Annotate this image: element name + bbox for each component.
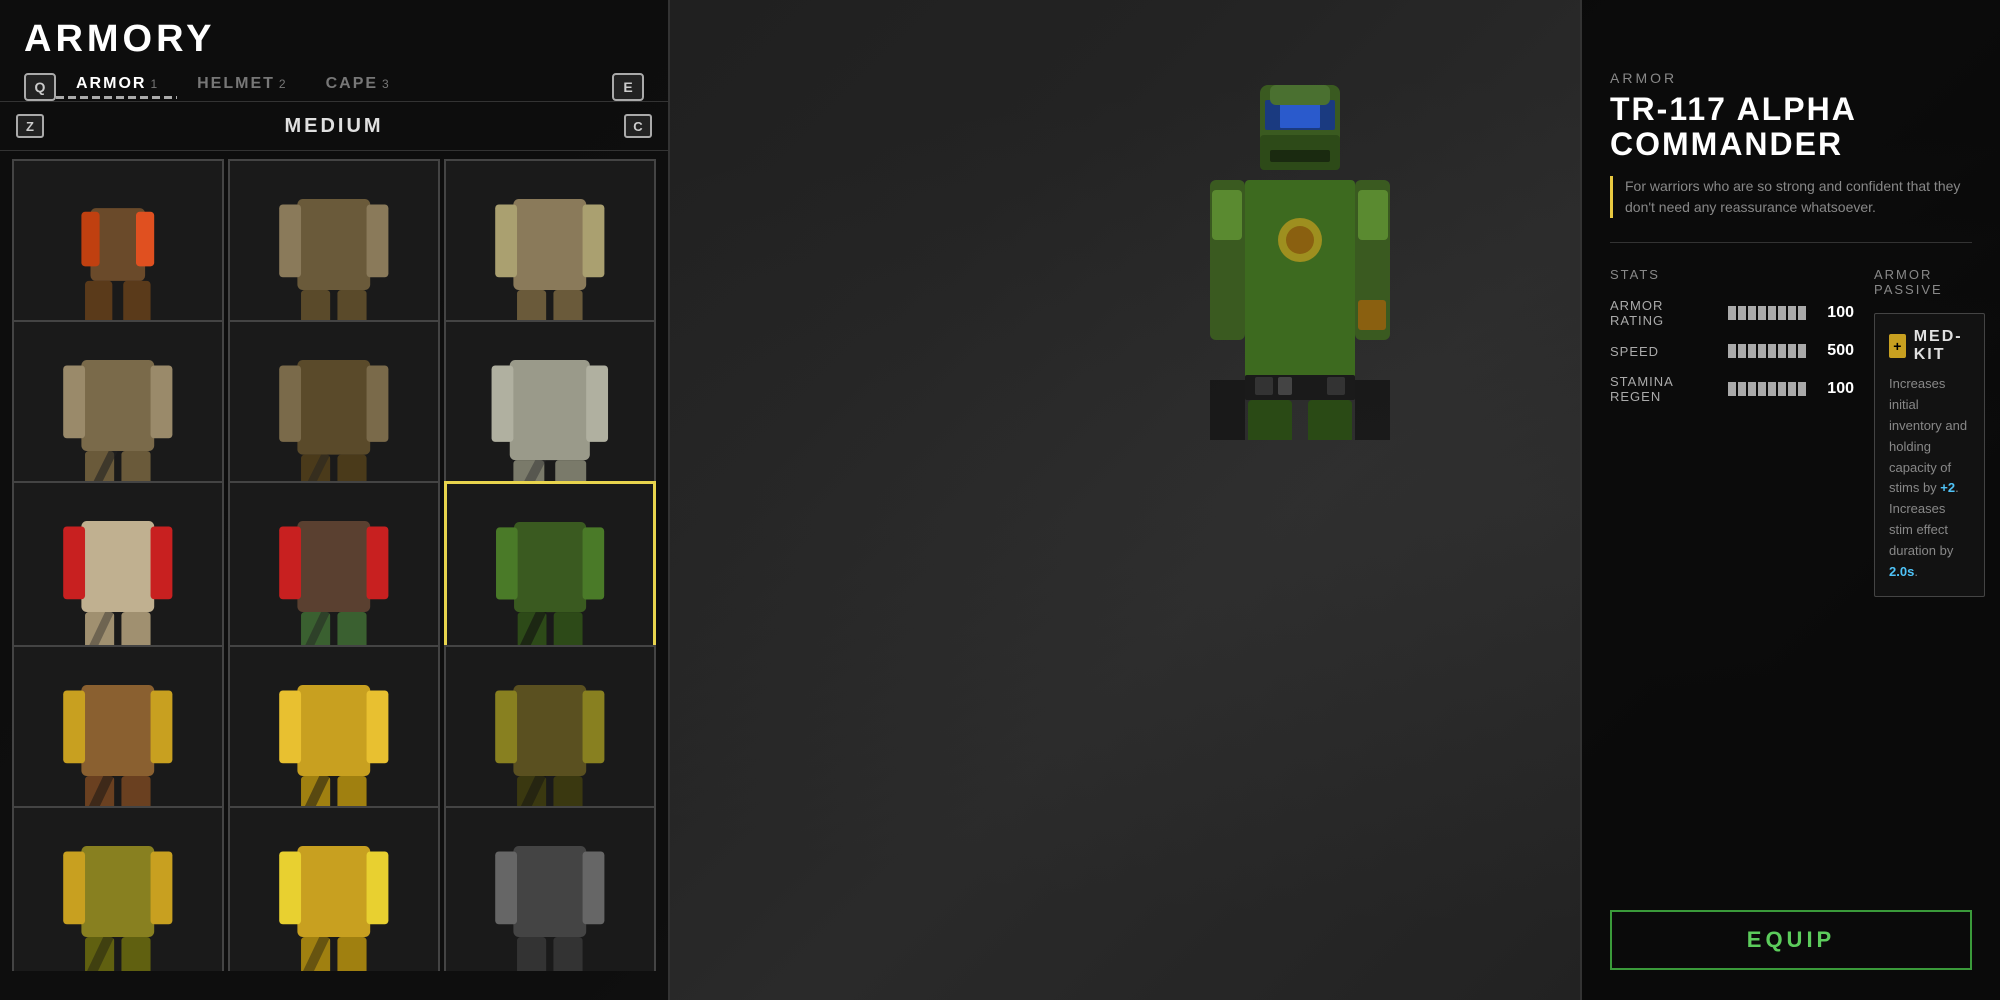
character-head [1245,80,1355,190]
stat-armor-value: 100 [1814,304,1854,322]
tab-armor[interactable]: ARMOR 1 [56,75,177,99]
page-title: ARMORY [24,18,644,61]
tab-helmet-number: 2 [279,77,286,91]
item-category: ARMOR [1610,70,1972,86]
stats-left: STATS ARMOR RATING 100 [1610,267,1854,597]
grid-cell-13[interactable] [12,806,224,971]
tab-armor-label: ARMOR [76,75,146,93]
tab-armor-underline [56,96,177,99]
left-panel: ARMORY Q ARMOR 1 HELMET 2 CAPE 3 [0,0,670,1000]
passive-description: Increases initial inventory and holding … [1889,374,1970,582]
stats-right: ARMOR PASSIVE + MED-KIT Increases initia… [1874,267,1985,597]
tab-cape-number: 3 [382,77,389,91]
item-name: TR-117 ALPHA COMMANDER [1610,92,1972,162]
category-label: MEDIUM [44,115,624,138]
passive-box: + MED-KIT Increases initial inventory an… [1874,313,1985,597]
tab-cape[interactable]: CAPE 3 [306,75,409,99]
character-torso [1210,180,1390,445]
character-figure [1110,80,1490,940]
divider-1 [1610,242,1972,243]
info-panel: ARMOR TR-117 ALPHA COMMANDER For warrior… [1580,0,2000,1000]
stat-stamina-label: STAMINA REGEN [1610,374,1720,404]
grid-cell-15[interactable] [444,806,656,971]
armor-grid [0,151,668,971]
passive-highlight-1: +2 [1940,480,1955,495]
stat-armor-bars [1728,306,1806,320]
z-key-button[interactable]: Z [16,114,44,138]
item-description: For warriors who are so strong and confi… [1610,176,1972,218]
armory-header: ARMORY [0,0,668,61]
stats-section: STATS ARMOR RATING 100 [1610,267,1972,597]
equip-button[interactable]: EQUIP [1610,910,1972,970]
tab-bar: Q ARMOR 1 HELMET 2 CAPE 3 E [0,65,668,102]
passive-name: MED-KIT [1914,328,1970,364]
e-key-button[interactable]: E [612,73,644,101]
q-key-button[interactable]: Q [24,73,56,101]
stat-speed-value: 500 [1814,342,1854,360]
tab-helmet-underline [177,96,305,99]
stats-title: STATS [1610,267,1854,282]
stat-row-speed: SPEED 500 [1610,342,1854,360]
tab-helmet[interactable]: HELMET 2 [177,75,305,99]
tab-cape-underline [306,96,409,99]
stat-row-armor: ARMOR RATING 100 [1610,298,1854,328]
passive-section-title: ARMOR PASSIVE [1874,267,1985,297]
stat-stamina-value: 100 [1814,380,1854,398]
grid-cell-14[interactable] [228,806,440,971]
passive-highlight-2: 2.0s [1889,564,1914,579]
stat-armor-label: ARMOR RATING [1610,298,1720,328]
stat-speed-bars [1728,344,1806,358]
tab-helmet-label: HELMET [197,75,275,93]
category-bar: Z MEDIUM C [0,102,668,151]
tab-armor-number: 1 [150,77,157,91]
passive-icon: + [1889,334,1906,358]
c-key-button[interactable]: C [624,114,652,138]
stat-row-stamina: STAMINA REGEN 100 [1610,374,1854,404]
stat-stamina-bars [1728,382,1806,396]
character-preview-area [1020,0,1580,1000]
stat-speed-label: SPEED [1610,344,1720,359]
tab-cape-label: CAPE [326,75,378,93]
